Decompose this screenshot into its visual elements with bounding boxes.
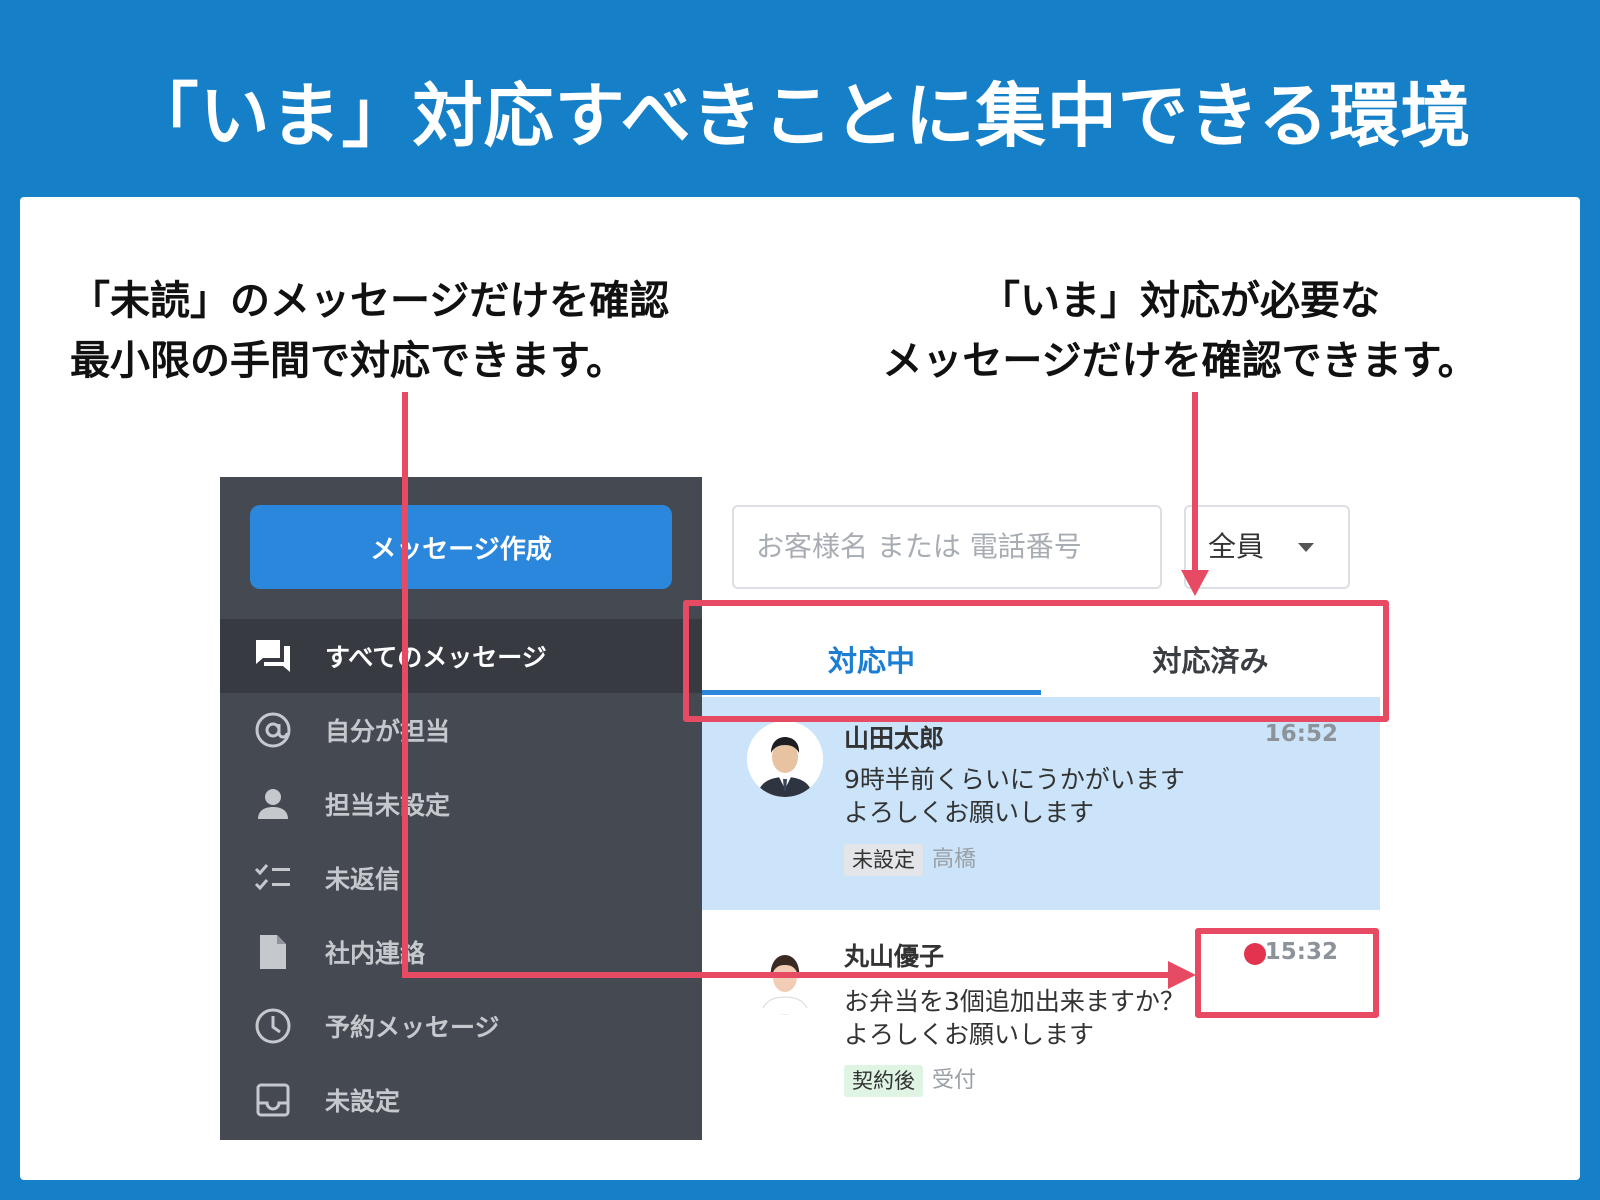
message-time: 16:52 (1264, 721, 1338, 747)
sidebar-item-label: 担当未設定 (325, 791, 451, 820)
headline: 「いま」対応すべきことに集中できる環境 (128, 75, 1472, 157)
message-preview: 9時半前くらいにうかがいます よろしくお願いします (844, 763, 1185, 829)
caption-unread-line2: 最小限の手間で対応できます。 (70, 338, 626, 384)
status-badge: 契約後 (844, 1065, 923, 1097)
avatar (747, 721, 823, 797)
chat-bubbles-icon (253, 636, 293, 676)
sidebar-item-assigned-to-me[interactable]: 自分が担当 (220, 693, 702, 767)
inbox-icon (253, 1080, 293, 1120)
caption-tabs-line2: メッセージだけを確認できます。 (882, 338, 1478, 384)
sender-name: 丸山優子 (844, 942, 945, 971)
filter-value: 全員 (1208, 530, 1265, 563)
sidebar-item-not-set[interactable]: 未設定 (220, 1063, 702, 1137)
sidebar-item-label: 社内連絡 (325, 939, 426, 968)
message-line: よろしくお願いします (844, 798, 1095, 827)
tabs-highlight-frame (683, 600, 1389, 722)
message-row[interactable]: 山田太郎 16:52 9時半前くらいにうかがいます よろしくお願いします 未設定… (702, 697, 1380, 910)
status-badge: 未設定 (844, 844, 923, 876)
unread-time-highlight-frame (1195, 928, 1379, 1018)
sender-name: 山田太郎 (844, 724, 945, 753)
sidebar-item-label: 予約メッセージ (325, 1013, 500, 1042)
message-line: お弁当を3個追加出来ますか？ (844, 987, 1185, 1016)
arrow-head-down-icon (1181, 570, 1209, 596)
caption-unread-line1: 「未読」のメッセージだけを確認 (70, 278, 670, 324)
sidebar-item-unassigned[interactable]: 担当未設定 (220, 767, 702, 841)
arrow-line-unread-horizontal (402, 972, 1174, 978)
sidebar-item-all-messages[interactable]: すべてのメッセージ (220, 619, 702, 693)
clock-icon (253, 1006, 293, 1046)
document-icon (253, 932, 293, 972)
assignee-name: 高橋 (932, 847, 977, 872)
caption-tabs: 「いま」対応が必要な メッセージだけを確認できます。 (820, 271, 1540, 391)
message-line: 9時半前くらいにうかがいます (844, 765, 1185, 794)
arrow-line-tabs-vertical (1192, 392, 1198, 572)
compose-message-button[interactable]: メッセージ作成 (250, 505, 672, 589)
sidebar-item-scheduled[interactable]: 予約メッセージ (220, 989, 702, 1063)
sidebar-item-label: すべてのメッセージ (325, 643, 547, 672)
sidebar: メッセージ作成 すべてのメッセージ 自分が担当 担当未設定 未返信 社内連絡 予… (220, 477, 702, 1140)
arrow-line-unread-vertical (402, 392, 408, 978)
sidebar-item-label: 未設定 (325, 1087, 401, 1116)
checklist-icon (253, 858, 293, 898)
message-line: よろしくお願いします (844, 1020, 1095, 1049)
message-preview: お弁当を3個追加出来ますか？ よろしくお願いします (844, 985, 1185, 1051)
caret-down-icon (1298, 543, 1314, 552)
sidebar-item-label: 未返信 (325, 865, 401, 894)
assignee-name: 受付 (932, 1068, 977, 1093)
person-icon (253, 784, 293, 824)
sidebar-item-unreplied[interactable]: 未返信 (220, 841, 702, 915)
search-input[interactable]: お客様名 または 電話番号 (732, 505, 1162, 589)
sidebar-item-label: 自分が担当 (325, 717, 451, 746)
arrow-head-right-icon (1168, 961, 1196, 989)
at-sign-icon (253, 710, 293, 750)
caption-tabs-line1: 「いま」対応が必要な (980, 278, 1380, 324)
caption-unread: 「未読」のメッセージだけを確認 最小限の手間で対応できます。 (70, 271, 669, 391)
